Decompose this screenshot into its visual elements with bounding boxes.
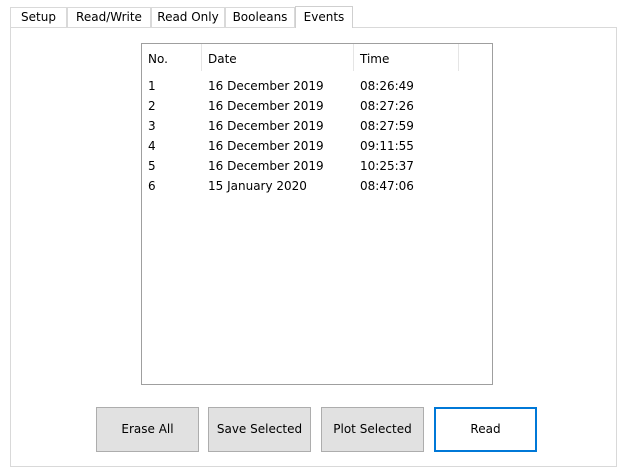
cell-time: 08:27:26 xyxy=(360,99,414,113)
cell-date: 16 December 2019 xyxy=(208,119,324,133)
cell-no: 2 xyxy=(148,99,156,113)
plot-selected-button[interactable]: Plot Selected xyxy=(321,407,424,452)
column-header-date[interactable]: Date xyxy=(202,44,354,71)
list-row[interactable]: 2 16 December 2019 08:27:26 xyxy=(142,96,492,116)
cell-date: 16 December 2019 xyxy=(208,79,324,93)
tab-read-only[interactable]: Read Only xyxy=(151,7,225,27)
cell-no: 5 xyxy=(148,159,156,173)
tab-setup[interactable]: Setup xyxy=(10,7,67,27)
column-header-no[interactable]: No. xyxy=(142,44,202,71)
list-row[interactable]: 3 16 December 2019 08:27:59 xyxy=(142,116,492,136)
tab-booleans[interactable]: Booleans xyxy=(225,7,295,27)
list-row[interactable]: 5 16 December 2019 10:25:37 xyxy=(142,156,492,176)
cell-no: 1 xyxy=(148,79,156,93)
cell-date: 16 December 2019 xyxy=(208,99,324,113)
cell-no: 3 xyxy=(148,119,156,133)
cell-time: 08:26:49 xyxy=(360,79,414,93)
tab-strip: Setup Read/Write Read Only Booleans Even… xyxy=(0,0,618,28)
cell-time: 08:27:59 xyxy=(360,119,414,133)
cell-date: 15 January 2020 xyxy=(208,179,307,193)
save-selected-button[interactable]: Save Selected xyxy=(208,407,311,452)
tab-read-write[interactable]: Read/Write xyxy=(67,7,151,27)
list-row[interactable]: 1 16 December 2019 08:26:49 xyxy=(142,76,492,96)
cell-time: 08:47:06 xyxy=(360,179,414,193)
cell-time: 09:11:55 xyxy=(360,139,414,153)
events-list-view[interactable]: No. Date Time 1 16 December 2019 08:26:4… xyxy=(141,43,493,385)
erase-all-button[interactable]: Erase All xyxy=(96,407,199,452)
tab-events[interactable]: Events xyxy=(295,6,353,28)
cell-date: 16 December 2019 xyxy=(208,159,324,173)
cell-no: 4 xyxy=(148,139,156,153)
read-button[interactable]: Read xyxy=(434,407,537,452)
cell-time: 10:25:37 xyxy=(360,159,414,173)
column-header-time[interactable]: Time xyxy=(354,44,459,71)
list-row[interactable]: 6 15 January 2020 08:47:06 xyxy=(142,176,492,196)
cell-date: 16 December 2019 xyxy=(208,139,324,153)
cell-no: 6 xyxy=(148,179,156,193)
list-header: No. Date Time xyxy=(142,44,492,71)
list-row[interactable]: 4 16 December 2019 09:11:55 xyxy=(142,136,492,156)
